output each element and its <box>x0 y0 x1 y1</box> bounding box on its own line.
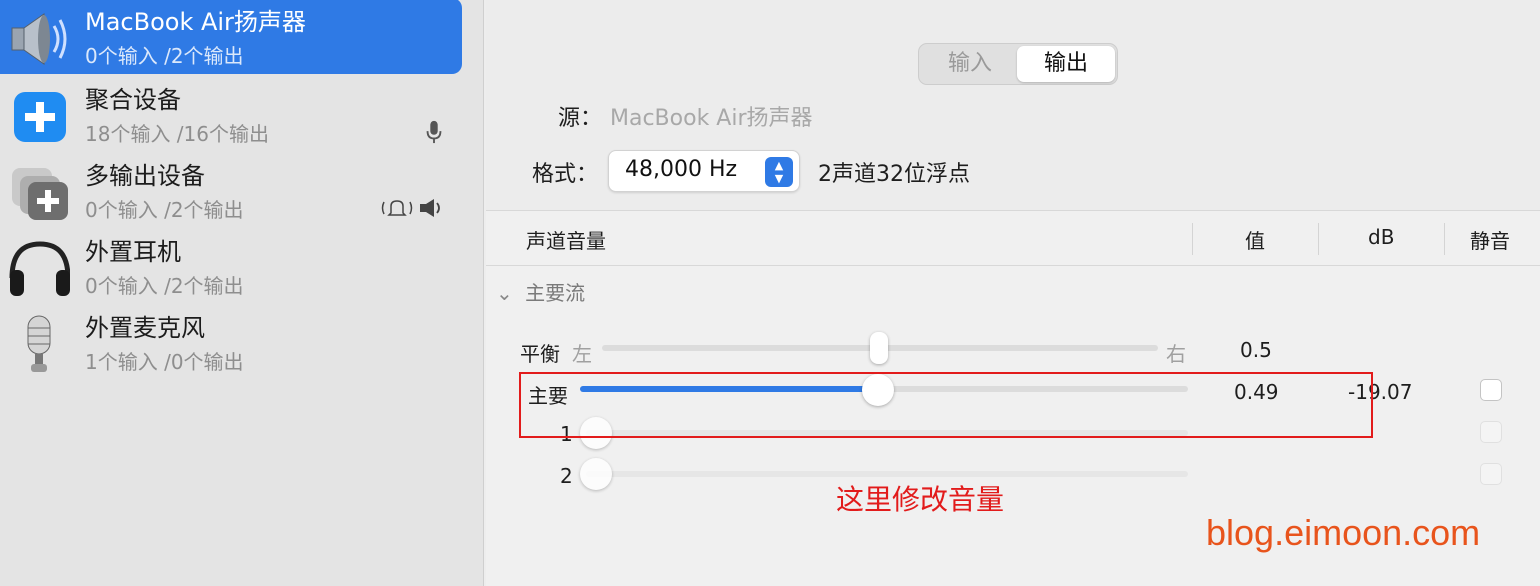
tab-input[interactable]: 输入 <box>921 46 1019 82</box>
source-label: 源： <box>558 106 603 131</box>
format-description: 2声道32位浮点 <box>818 162 970 187</box>
device-item-headphones[interactable]: 外置耳机 0个输入 /2个输出 <box>0 228 462 304</box>
channel-2-label: 2 <box>560 464 573 488</box>
group-label: 主要流 <box>525 281 586 305</box>
channel-2-mute-checkbox[interactable] <box>1480 463 1502 485</box>
balance-slider-thumb[interactable] <box>870 332 888 364</box>
device-name: 聚合设备 <box>85 86 181 114</box>
device-sidebar: MacBook Air扬声器 0个输入 /2个输出 聚合设备 18个输入 /16… <box>0 0 484 586</box>
device-io-count: 0个输入 /2个输出 <box>85 274 244 298</box>
plus-icon <box>14 92 66 142</box>
headphones-icon <box>9 241 70 296</box>
balance-left-label: 左 <box>572 342 592 366</box>
device-settings-header: 输入 输出 源： MacBook Air扬声器 格式： 48,000 Hz ▲ ▼… <box>486 0 1540 210</box>
header-mute: 静音 <box>1470 229 1510 253</box>
device-name: MacBook Air扬声器 <box>85 8 306 36</box>
header-channel-volume: 声道音量 <box>526 229 606 253</box>
device-io-count: 18个输入 /16个输出 <box>85 122 269 146</box>
tab-output[interactable]: 输出 <box>1017 46 1115 82</box>
sample-rate-value: 48,000 Hz <box>625 157 738 182</box>
alert-bell-speaker-icon <box>381 199 440 217</box>
channel-1-mute-checkbox[interactable] <box>1480 421 1502 443</box>
chevron-updown-icon: ▲ ▼ <box>765 157 793 187</box>
channel-2-slider-track[interactable] <box>586 471 1188 477</box>
device-name: 多输出设备 <box>85 162 205 190</box>
balance-label: 平衡 <box>520 342 560 366</box>
device-item-multi-output[interactable]: 多输出设备 0个输入 /2个输出 <box>0 152 462 228</box>
column-divider <box>1444 223 1445 255</box>
header-value: 值 <box>1245 229 1265 253</box>
sample-rate-select[interactable]: 48,000 Hz ▲ ▼ <box>608 150 800 192</box>
group-main-stream[interactable]: ⌄ 主要流 <box>496 277 585 306</box>
source-value: MacBook Air扬声器 <box>610 106 813 131</box>
microphone-icon <box>27 315 51 372</box>
device-io-count: 0个输入 /2个输出 <box>85 44 244 68</box>
device-detail-panel: 输入 输出 源： MacBook Air扬声器 格式： 48,000 Hz ▲ ▼… <box>486 0 1540 586</box>
channel-2-slider-thumb[interactable] <box>580 458 612 490</box>
table-header: 声道音量 值 dB 静音 <box>486 211 1540 266</box>
chevron-down-icon: ⌄ <box>496 281 513 305</box>
annotation-text: 这里修改音量 <box>836 483 1005 516</box>
balance-right-label: 右 <box>1166 342 1186 366</box>
device-item-macbook-speaker[interactable]: MacBook Air扬声器 0个输入 /2个输出 <box>0 0 462 74</box>
device-item-aggregate[interactable]: 聚合设备 18个输入 /16个输出 <box>0 76 462 152</box>
device-name: 外置麦克风 <box>85 314 205 342</box>
input-output-segmented-control: 输入 输出 <box>918 43 1118 85</box>
multi-output-icon <box>12 168 68 220</box>
header-db: dB <box>1368 225 1395 249</box>
microphone-icon <box>426 120 442 144</box>
device-name: 外置耳机 <box>85 238 181 266</box>
speaker-icon <box>11 13 67 65</box>
watermark: blog.eimoon.com <box>1206 512 1481 553</box>
annotation-highlight-box <box>519 372 1373 438</box>
column-divider <box>1318 223 1319 255</box>
column-divider <box>1192 223 1193 255</box>
main-mute-checkbox[interactable] <box>1480 379 1502 401</box>
device-io-count: 0个输入 /2个输出 <box>85 198 244 222</box>
device-item-external-mic[interactable]: 外置麦克风 1个输入 /0个输出 <box>0 304 462 380</box>
device-io-count: 1个输入 /0个输出 <box>85 350 244 374</box>
balance-value: 0.5 <box>1240 338 1272 362</box>
format-label: 格式： <box>532 162 599 187</box>
